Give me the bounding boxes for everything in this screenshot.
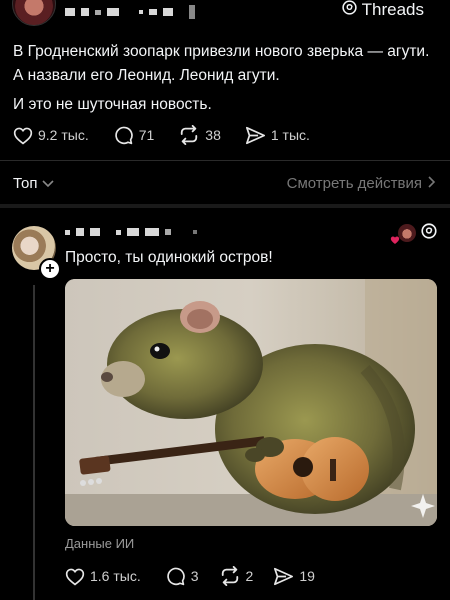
reply-share-button[interactable]: 19	[273, 567, 315, 586]
reply-like-count: 1.6 тыс.	[90, 568, 141, 584]
share-button[interactable]: 1 тыс.	[245, 126, 310, 145]
repost-count: 38	[205, 127, 221, 143]
author-username-censored	[65, 5, 195, 19]
threads-small-icon[interactable]	[420, 222, 438, 245]
post-actions: 9.2 тыс. 71 38 1 тыс.	[13, 125, 310, 145]
post-separator	[0, 204, 450, 208]
ai-info-label[interactable]: Данные ИИ	[65, 536, 134, 551]
reply-repost-button[interactable]: 2	[219, 566, 254, 586]
sort-label: Топ	[13, 175, 38, 192]
heart-icon	[13, 126, 33, 145]
reply-actions: 1.6 тыс. 3 2 19	[65, 566, 315, 586]
comment-icon	[165, 566, 186, 586]
threads-brand[interactable]: Threads	[341, 0, 424, 21]
repost-icon	[178, 125, 200, 145]
reply-username-censored	[65, 228, 197, 236]
liker-avatar[interactable]	[398, 224, 416, 242]
post-image[interactable]	[65, 279, 437, 526]
send-icon	[273, 567, 294, 586]
post-paragraph-1: В Гродненский зоопарк привезли нового зв…	[13, 43, 430, 84]
repost-button[interactable]: 38	[178, 125, 221, 145]
reply-comment-button[interactable]: 3	[165, 566, 199, 586]
reply-comment-count: 3	[190, 568, 199, 584]
agouti-guitar-illustration	[65, 279, 437, 526]
comment-icon	[113, 125, 134, 145]
see-actions-label: Смотреть действия	[286, 175, 422, 192]
reply-share-count: 19	[299, 568, 315, 584]
comment-count: 71	[138, 127, 155, 143]
thread-line	[33, 285, 35, 600]
author-avatar[interactable]	[12, 0, 56, 26]
like-button[interactable]: 9.2 тыс.	[13, 126, 89, 145]
send-icon	[245, 126, 266, 145]
chevron-down-icon	[42, 175, 55, 192]
post-paragraph-2: И это не шуточная новость.	[13, 96, 212, 113]
like-count: 9.2 тыс.	[38, 127, 89, 143]
share-count: 1 тыс.	[270, 127, 310, 143]
comment-button[interactable]: 71	[113, 125, 155, 145]
threads-brand-label: Threads	[361, 0, 424, 19]
section-divider	[0, 160, 450, 161]
reply-repost-count: 2	[245, 568, 254, 584]
reply-like-button[interactable]: 1.6 тыс.	[65, 567, 141, 586]
threads-logo-icon	[341, 0, 358, 21]
post-body: В Гродненский зоопарк привезли нового зв…	[13, 40, 433, 117]
see-actions-link[interactable]: Смотреть действия	[287, 175, 436, 192]
reply-text: Просто, ты одинокий остров!	[65, 249, 273, 266]
sort-dropdown[interactable]: Топ	[13, 175, 55, 192]
follow-plus-icon[interactable]: +	[39, 258, 61, 280]
repost-icon	[219, 566, 241, 586]
chevron-right-icon	[428, 175, 436, 192]
heart-icon	[65, 567, 85, 586]
